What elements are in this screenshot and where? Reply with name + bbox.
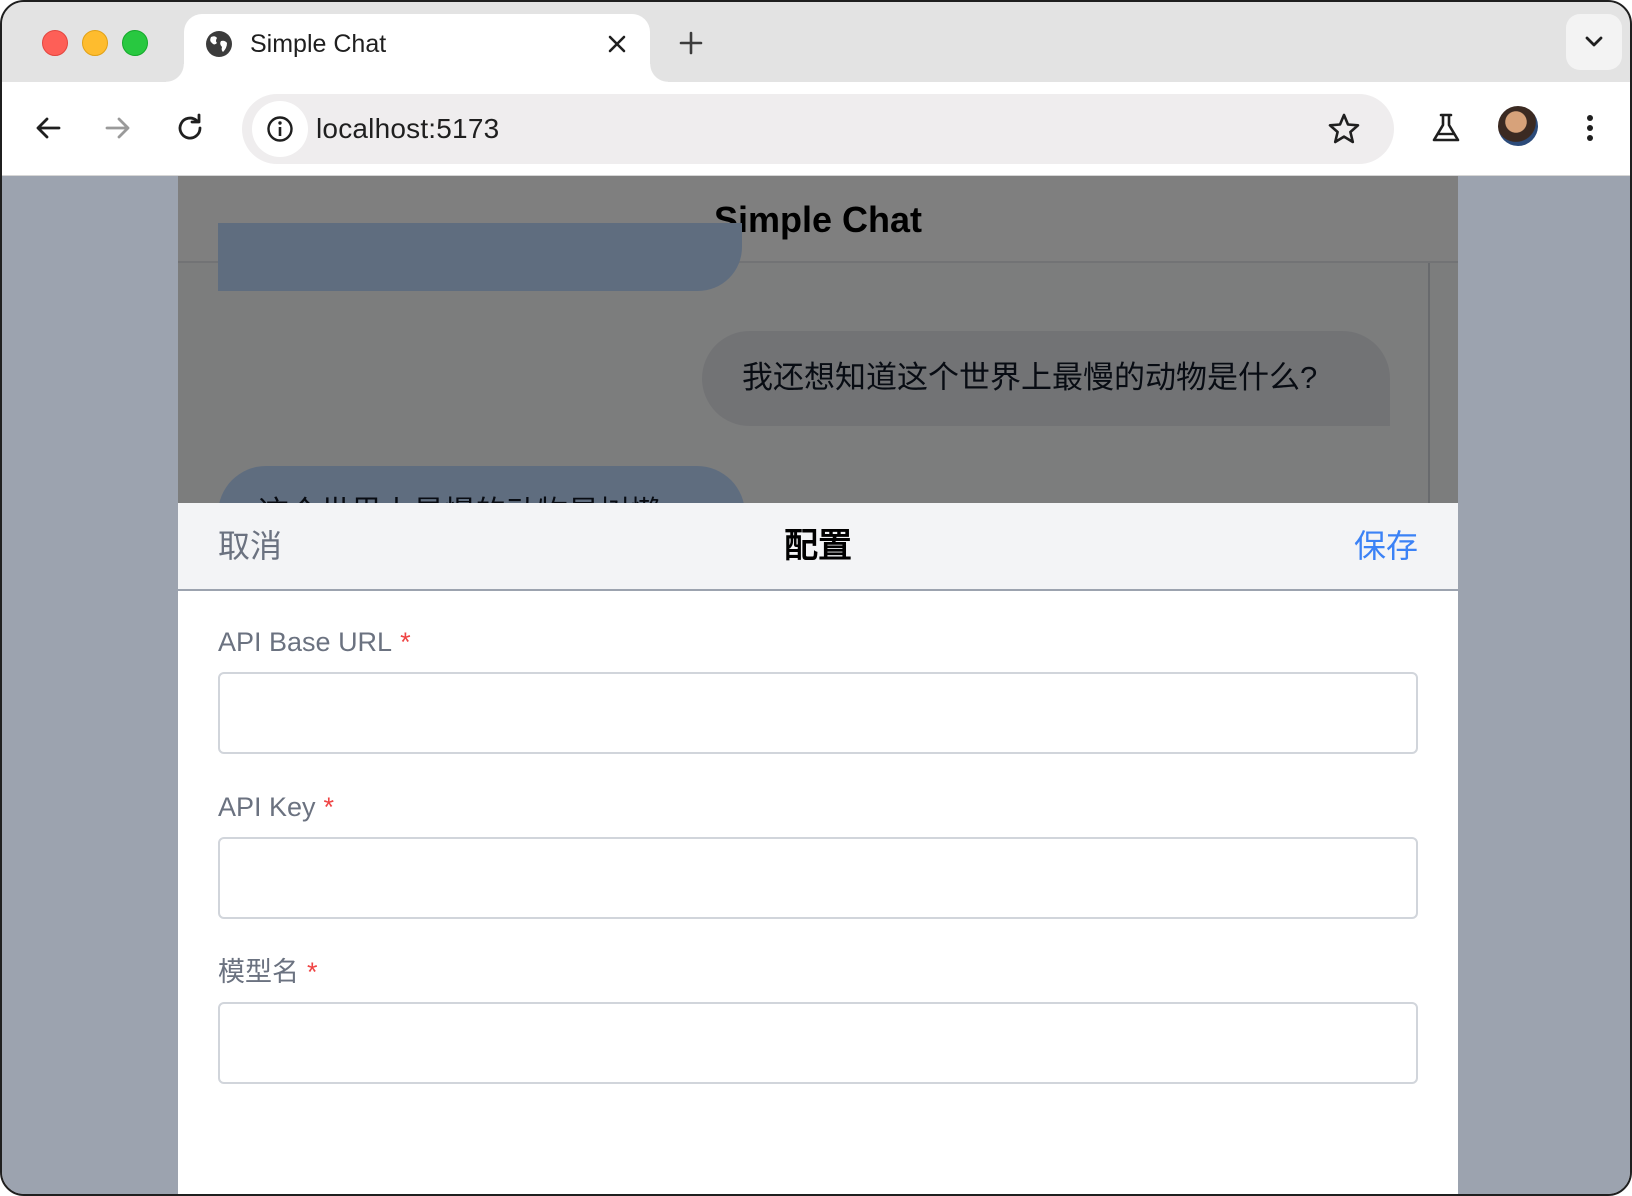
back-arrow-icon[interactable] [30, 110, 66, 146]
minimize-window-button[interactable] [82, 30, 108, 56]
new-tab-icon[interactable] [674, 26, 708, 60]
browser-toolbar: localhost:5173 [2, 82, 1630, 176]
api-base-url-input[interactable] [218, 672, 1418, 754]
site-info-button[interactable] [252, 101, 308, 157]
browser-tab[interactable]: Simple Chat [166, 14, 668, 82]
field-label-text: API Key [218, 792, 316, 822]
bookmark-star-icon[interactable] [1326, 111, 1362, 147]
required-marker: * [307, 957, 318, 987]
url-text: localhost:5173 [316, 113, 500, 144]
browser-window: Simple Chat localhost:5173 取消 配置 保存 API … [0, 0, 1632, 1196]
field-label-text: API Base URL [218, 627, 393, 657]
model-name-input[interactable] [218, 1002, 1418, 1084]
tab-title: Simple Chat [250, 30, 387, 58]
chevron-down-icon [1585, 36, 1603, 47]
page-viewport: Simple Chat 我还想知道这个世界上最慢的动物是什么? 这个世界上最慢的… [2, 176, 1630, 1194]
model-name-label: 模型名 * [218, 955, 318, 989]
reload-icon[interactable] [172, 110, 208, 146]
address-bar[interactable]: localhost:5173 [242, 94, 1394, 164]
save-button[interactable]: 保存 [1354, 525, 1418, 567]
api-key-label: API Key * [218, 790, 334, 824]
more-menu-icon[interactable] [1572, 110, 1608, 146]
close-tab-icon[interactable] [602, 29, 632, 59]
labs-flask-icon[interactable] [1428, 110, 1464, 146]
required-marker: * [323, 792, 335, 822]
api-key-input[interactable] [218, 837, 1418, 919]
globe-icon [206, 31, 232, 57]
required-marker: * [400, 627, 411, 657]
forward-arrow-icon[interactable] [100, 110, 136, 146]
tab-strip: Simple Chat [2, 2, 1630, 82]
config-title: 配置 [784, 527, 852, 565]
profile-avatar[interactable] [1498, 106, 1538, 146]
field-label-text: 模型名 [218, 957, 299, 987]
tab-search-button[interactable] [1566, 14, 1622, 70]
config-sheet-header: 取消 配置 保存 [178, 503, 1458, 591]
api-base-url-label: API Base URL * [218, 625, 411, 659]
chat-app: Simple Chat 我还想知道这个世界上最慢的动物是什么? 这个世界上最慢的… [178, 176, 1458, 1194]
info-icon [267, 116, 293, 142]
close-window-button[interactable] [42, 30, 68, 56]
config-sheet: 取消 配置 保存 API Base URL * API Key * 模型名 * [178, 503, 1458, 1194]
maximize-window-button[interactable] [122, 30, 148, 56]
